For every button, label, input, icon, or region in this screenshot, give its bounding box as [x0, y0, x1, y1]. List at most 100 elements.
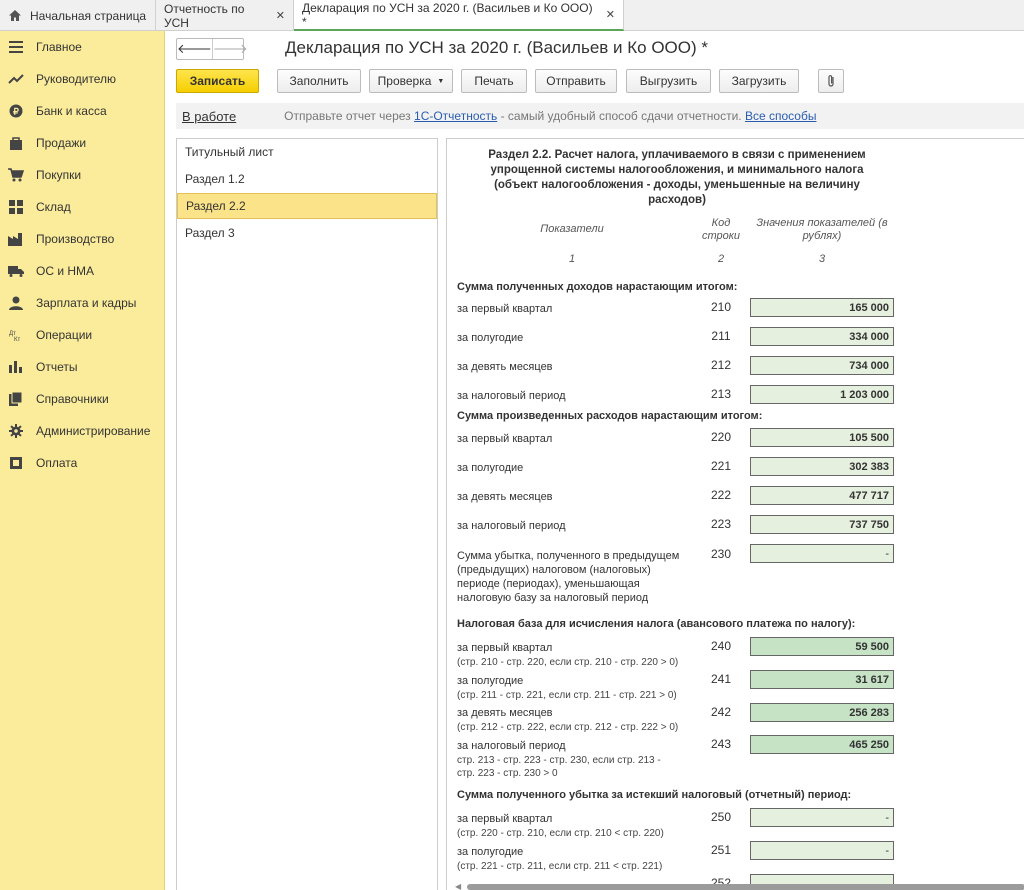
sidebar-item-production[interactable]: Производство [0, 223, 165, 255]
close-icon[interactable]: ✕ [606, 8, 615, 21]
row-code: 251 [710, 843, 732, 857]
tab-declaration[interactable]: Декларация по УСН за 2020 г. (Васильев и… [294, 0, 624, 31]
section-item[interactable]: Раздел 3 [177, 220, 437, 246]
export-button[interactable]: Выгрузить [626, 69, 711, 93]
page-title: Декларация по УСН за 2020 г. (Васильев и… [285, 38, 708, 57]
bag-icon [8, 135, 24, 151]
row-label: за полугодие [457, 675, 524, 687]
row-formula: (стр. 211 - стр. 221, если стр. 211 - ст… [457, 690, 677, 701]
field-210[interactable]: 165 000 [750, 298, 894, 317]
field-223[interactable]: 737 750 [750, 515, 894, 534]
field-220[interactable]: 105 500 [750, 428, 894, 447]
row-code: 230 [710, 547, 732, 561]
check-button[interactable]: Проверка ▼ [369, 69, 453, 93]
field-242[interactable]: 256 283 [750, 703, 894, 722]
row-code: 213 [710, 387, 732, 401]
row-label: за налоговый период [457, 520, 566, 532]
row-label: за полугодие [457, 462, 524, 474]
print-button[interactable]: Печать [461, 69, 527, 93]
section-item[interactable]: Титульный лист [177, 139, 437, 165]
sidebar-item-sales[interactable]: Продажи [0, 127, 165, 159]
dropdown-arrow-icon: ▼ [437, 77, 445, 85]
sidebar-item-admin[interactable]: Администрирование [0, 415, 165, 447]
field-240[interactable]: 59 500 [750, 637, 894, 656]
sidebar-item-label: Руководителю [36, 72, 117, 86]
row-code: 222 [710, 488, 732, 502]
tab-declaration-label: Декларация по УСН за 2020 г. (Васильев и… [302, 0, 593, 29]
close-icon[interactable]: ✕ [276, 9, 285, 22]
truck-icon [8, 263, 24, 279]
field-221[interactable]: 302 383 [750, 457, 894, 476]
back-button[interactable]: 🡐 [177, 39, 213, 59]
sidebar-item-reports[interactable]: Отчеты [0, 351, 165, 383]
row-formula: (стр. 210 - стр. 220, если стр. 210 - ст… [457, 657, 679, 668]
field-212[interactable]: 734 000 [750, 356, 894, 375]
sidebar-item-salary[interactable]: Зарплата и кадры [0, 287, 165, 319]
sidebar-item-main[interactable]: Главное [0, 31, 165, 63]
sidebar-item-payment[interactable]: Оплата [0, 447, 165, 479]
import-button[interactable]: Загрузить [719, 69, 799, 93]
sidebar-item-assets[interactable]: ОС и НМА [0, 255, 165, 287]
horizontal-scrollbar[interactable]: ◀ [455, 882, 1024, 890]
save-button[interactable]: Записать [176, 69, 259, 93]
row-label: за первый квартал [457, 642, 553, 654]
field-213[interactable]: 1 203 000 [750, 385, 894, 404]
sidebar-item-purchases[interactable]: Покупки [0, 159, 165, 191]
tab-usn-reports[interactable]: Отчетность по УСН ✕ [156, 0, 294, 31]
hint-prefix: Отправьте отчет через [284, 109, 415, 123]
scrollbar-thumb[interactable] [467, 884, 1024, 890]
send-button[interactable]: Отправить [535, 69, 617, 93]
menu-icon [8, 39, 24, 55]
sidebar-item-bank[interactable]: ₽ Банк и касса [0, 95, 165, 127]
row-code: 240 [710, 639, 732, 653]
gear-icon [8, 423, 24, 439]
forward-button[interactable]: 🡒 [213, 39, 248, 59]
sidebar-item-label: Банк и касса [36, 104, 107, 118]
sidebar-item-label: Оплата [36, 456, 78, 470]
status-row: В работе Отправьте отчет через 1С-Отчетн… [176, 103, 1024, 129]
fill-button[interactable]: Заполнить [277, 69, 361, 93]
row-formula: (стр. 220 - стр. 210, если стр. 210 < ст… [457, 828, 664, 839]
scroll-left-icon[interactable]: ◀ [455, 882, 461, 890]
row-code: 250 [710, 810, 732, 824]
history-nav: 🡐 🡒 [176, 38, 248, 60]
all-methods-link[interactable]: Все способы [745, 109, 817, 123]
svg-text:₽: ₽ [13, 107, 19, 117]
sidebar-item-label: Справочники [36, 392, 109, 406]
sidebar-item-references[interactable]: Справочники [0, 383, 165, 415]
bars-icon [8, 359, 24, 375]
sidebar-item-label: Продажи [36, 136, 87, 150]
attach-button[interactable] [818, 69, 844, 93]
paperclip-icon [828, 75, 834, 87]
sidebar-item-manager[interactable]: Руководителю [0, 63, 165, 95]
sidebar-item-label: Производство [36, 232, 115, 246]
field-250[interactable]: - [750, 808, 894, 827]
group-income: Сумма полученных доходов нарастающим ито… [457, 281, 738, 293]
row-code: 242 [710, 705, 732, 719]
section-item[interactable]: Раздел 1.2 [177, 166, 437, 192]
field-241[interactable]: 31 617 [750, 670, 894, 689]
field-211[interactable]: 334 000 [750, 327, 894, 346]
sidebar-item-operations[interactable]: Дт Кт Операции [0, 319, 165, 351]
row-label: за налоговый период [457, 740, 566, 752]
tab-home[interactable]: Начальная страница [0, 0, 156, 31]
declaration-form: Раздел 2.2. Расчет налога, уплачиваемого… [446, 138, 1024, 890]
sidebar-item-label: Администрирование [36, 424, 151, 438]
row-code: 241 [710, 672, 732, 686]
sidebar-item-label: Покупки [36, 168, 82, 182]
grid-icon [8, 199, 24, 215]
1c-reporting-link[interactable]: 1С-Отчетность [414, 109, 497, 123]
row-code: 210 [710, 300, 732, 314]
sidebar-item-label: Отчеты [36, 360, 78, 374]
tab-usn-label: Отчетность по УСН [164, 1, 245, 30]
field-251[interactable]: - [750, 841, 894, 860]
sidebar-item-warehouse[interactable]: Склад [0, 191, 165, 223]
status-link[interactable]: В работе [182, 109, 236, 124]
svg-text:Кт: Кт [14, 337, 20, 342]
field-230[interactable]: - [750, 544, 894, 563]
row-label: за первый квартал [457, 303, 553, 315]
section-item-selected[interactable]: Раздел 2.2 [177, 193, 437, 219]
field-243[interactable]: 465 250 [750, 735, 894, 754]
row-label: за первый квартал [457, 433, 553, 445]
field-222[interactable]: 477 717 [750, 486, 894, 505]
